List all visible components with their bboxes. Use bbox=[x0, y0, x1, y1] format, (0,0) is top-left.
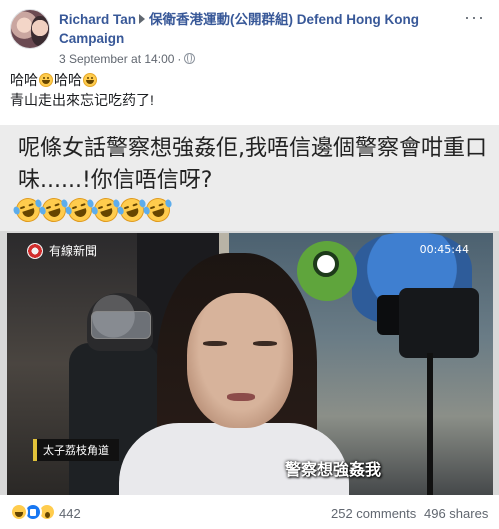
tear-drop bbox=[12, 205, 21, 216]
post-text-segment: 哈哈 bbox=[54, 72, 82, 88]
post-text-line-1: 哈哈 哈哈 bbox=[10, 70, 154, 90]
tear-drop bbox=[64, 205, 73, 216]
tear-drop bbox=[164, 198, 173, 209]
tear-drop bbox=[90, 205, 99, 216]
post-meta: 3 September at 14:00 · bbox=[59, 52, 196, 66]
triangle-right-icon bbox=[139, 14, 146, 24]
smile-emoji-icon bbox=[83, 73, 97, 87]
woman-eyes bbox=[203, 341, 227, 346]
post-text: 哈哈 哈哈 青山走出來忘记吃药了! bbox=[10, 70, 154, 110]
channel-logo: 有線新聞 bbox=[27, 241, 97, 261]
post-image[interactable]: 呢條女話警察想強姦佢,我唔信邊個警察會咁重口味......!你信唔信呀? 有線新… bbox=[0, 125, 499, 495]
globe-icon bbox=[184, 53, 196, 64]
feed-post: Richard Tan 保衛香港運動(公開群組) Defend Hong Kong… bbox=[0, 0, 499, 529]
reaction-count[interactable]: 442 bbox=[59, 506, 81, 521]
post-footer: 442 252 comments 496 shares bbox=[0, 497, 499, 529]
tear-drop bbox=[38, 205, 47, 216]
post-text-line-2: 青山走出來忘记吃药了! bbox=[10, 92, 154, 108]
more-options-icon[interactable]: ··· bbox=[464, 8, 485, 26]
post-timestamp-link[interactable]: 3 September at 14:00 bbox=[59, 52, 174, 66]
video-timecode: 00:45:44 bbox=[419, 243, 469, 256]
smile-emoji-icon bbox=[39, 73, 53, 87]
shares-count-link[interactable]: 496 shares bbox=[424, 506, 488, 521]
comments-count-link[interactable]: 252 comments bbox=[331, 506, 416, 521]
toy-eye bbox=[313, 251, 339, 277]
post-text-segment: 哈哈 bbox=[10, 72, 38, 88]
news-video-frame: 有線新聞 00:45:44 太子荔枝角道 警察想強姦我 bbox=[7, 233, 493, 495]
rolling-laughing-emoji-icon bbox=[142, 194, 174, 226]
author-avatar[interactable] bbox=[10, 9, 50, 49]
tear-drop bbox=[116, 205, 125, 216]
meta-separator: · bbox=[177, 52, 182, 66]
image-caption: 呢條女話警察想強姦佢,我唔信邊個警察會咁重口味......!你信唔信呀? bbox=[18, 136, 487, 193]
haha-reaction-icon bbox=[10, 503, 28, 521]
laughing-emoji-row bbox=[12, 194, 174, 227]
author-name-link[interactable]: Richard Tan bbox=[59, 12, 136, 27]
post-header: Richard Tan 保衛香港運動(公開群組) Defend Hong Kong… bbox=[59, 10, 479, 48]
camera-tripod bbox=[427, 353, 433, 495]
video-camera bbox=[399, 288, 479, 358]
video-subtitle: 警察想強姦我 bbox=[285, 460, 382, 479]
image-caption-area: 呢條女話警察想強姦佢,我唔信邊個警察會咁重口味......!你信唔信呀? bbox=[0, 125, 499, 231]
tear-drop bbox=[142, 205, 151, 216]
woman-mouth bbox=[227, 393, 255, 401]
woman-face bbox=[187, 293, 293, 428]
location-lower-third: 太子荔枝角道 bbox=[33, 439, 119, 461]
helmet-visor bbox=[91, 311, 151, 339]
